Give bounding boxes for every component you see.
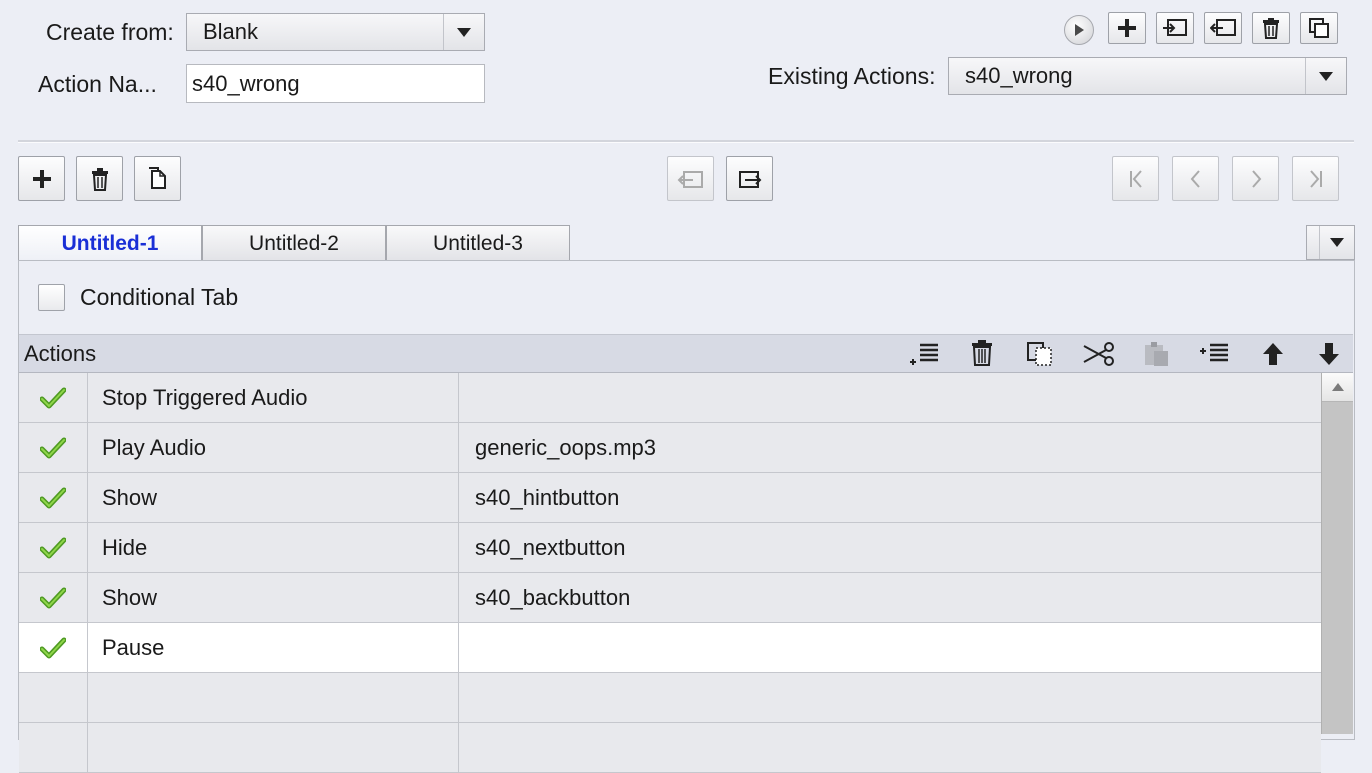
insert-action-icon[interactable]: [908, 340, 942, 373]
first-icon: [1129, 169, 1142, 188]
checkmark-icon: [40, 637, 66, 658]
enabled-cell[interactable]: [19, 473, 88, 522]
actions-scrollbar[interactable]: [1321, 373, 1353, 734]
insert-after-icon[interactable]: [1198, 340, 1232, 373]
trash-icon[interactable]: [970, 339, 994, 372]
tab-untitled-1[interactable]: Untitled-1: [18, 225, 202, 261]
tab-untitled-3[interactable]: Untitled-3: [386, 225, 570, 261]
checkmark-icon: [40, 537, 66, 558]
actions-toolbar: Actions: [19, 334, 1353, 373]
trash-icon: [91, 167, 108, 191]
scroll-up-arrow[interactable]: [1322, 373, 1353, 402]
action-name-label: Action Na...: [38, 71, 157, 97]
enabled-cell[interactable]: [19, 673, 88, 722]
trash-icon: [1263, 18, 1279, 39]
export-action-button[interactable]: [1204, 12, 1242, 44]
play-icon: [1075, 24, 1084, 36]
enabled-cell[interactable]: [19, 723, 88, 772]
add-tab-button[interactable]: [18, 156, 65, 201]
action-cell[interactable]: Pause: [87, 623, 459, 672]
action-cell[interactable]: Hide: [87, 523, 459, 572]
cut-icon[interactable]: [1082, 340, 1116, 373]
preview-play-button[interactable]: [1064, 15, 1094, 45]
actions-title: Actions: [24, 341, 97, 366]
enabled-cell[interactable]: [19, 373, 88, 422]
duplicate-tab-button[interactable]: [134, 156, 181, 201]
create-from-value: Blank: [203, 19, 259, 44]
plus-icon: [1118, 19, 1136, 37]
next-icon: [1251, 169, 1261, 188]
target-cell[interactable]: s40_hintbutton: [459, 473, 1321, 522]
new-action-button[interactable]: [1108, 12, 1146, 44]
import-action-button[interactable]: [1156, 12, 1194, 44]
target-cell[interactable]: [459, 623, 1321, 672]
checkmark-icon: [40, 387, 66, 408]
move-tab-left-button[interactable]: [667, 156, 714, 201]
conditional-tab-label: Conditional Tab: [80, 284, 239, 310]
copy-icon[interactable]: [1026, 340, 1056, 373]
delete-action-button[interactable]: [1252, 12, 1290, 44]
previous-icon: [1190, 169, 1200, 188]
delete-tab-button[interactable]: [76, 156, 123, 201]
table-row[interactable]: Hide s40_nextbutton: [19, 523, 1321, 573]
target-cell[interactable]: [459, 673, 1321, 722]
action-cell[interactable]: Stop Triggered Audio: [87, 373, 459, 422]
last-tab-button[interactable]: [1292, 156, 1339, 201]
target-cell[interactable]: [459, 723, 1321, 772]
checkmark-icon: [40, 587, 66, 608]
create-from-dropdown[interactable]: Blank: [186, 13, 485, 51]
conditional-tab-checkbox[interactable]: [38, 284, 65, 311]
tabs-menu-dropdown[interactable]: [1306, 225, 1355, 260]
table-row[interactable]: [19, 723, 1321, 773]
table-row[interactable]: Stop Triggered Audio: [19, 373, 1321, 423]
table-row[interactable]: Show s40_hintbutton: [19, 473, 1321, 523]
tab-untitled-2[interactable]: Untitled-2: [202, 225, 386, 261]
action-cell[interactable]: Play Audio: [87, 423, 459, 472]
action-cell[interactable]: [87, 673, 459, 722]
target-cell[interactable]: [459, 373, 1321, 422]
import-icon: [1163, 19, 1187, 36]
move-left-icon: [677, 170, 703, 188]
move-down-icon[interactable]: [1317, 340, 1341, 373]
chevron-down-icon: [1319, 226, 1354, 259]
target-cell[interactable]: generic_oops.mp3: [459, 423, 1321, 472]
divider: [18, 140, 1354, 143]
action-cell[interactable]: Show: [87, 473, 459, 522]
paste-icon[interactable]: [1142, 340, 1172, 373]
table-row[interactable]: Play Audio generic_oops.mp3: [19, 423, 1321, 473]
target-cell[interactable]: s40_backbutton: [459, 573, 1321, 622]
existing-actions-dropdown[interactable]: s40_wrong: [948, 57, 1347, 95]
existing-actions-value: s40_wrong: [965, 63, 1073, 88]
checkmark-icon: [40, 487, 66, 508]
action-cell[interactable]: [87, 723, 459, 772]
existing-actions-label: Existing Actions:: [768, 63, 936, 89]
first-tab-button[interactable]: [1112, 156, 1159, 201]
move-up-icon[interactable]: [1261, 340, 1285, 373]
plus-icon: [32, 169, 51, 188]
copy-icon: [148, 166, 166, 189]
previous-tab-button[interactable]: [1172, 156, 1219, 201]
checkmark-icon: [40, 437, 66, 458]
table-row[interactable]: [19, 673, 1321, 723]
create-from-label: Create from:: [46, 19, 174, 45]
table-row[interactable]: Show s40_backbutton: [19, 573, 1321, 623]
duplicate-action-button[interactable]: [1300, 12, 1338, 44]
move-right-icon: [738, 170, 761, 188]
chevron-down-icon: [443, 14, 484, 50]
chevron-down-icon: [1305, 58, 1346, 94]
next-tab-button[interactable]: [1232, 156, 1279, 201]
target-cell[interactable]: s40_nextbutton: [459, 523, 1321, 572]
export-icon: [1210, 19, 1236, 36]
action-cell[interactable]: Show: [87, 573, 459, 622]
move-tab-right-button[interactable]: [726, 156, 773, 201]
enabled-cell[interactable]: [19, 423, 88, 472]
duplicate-icon: [1309, 18, 1329, 38]
action-name-input[interactable]: s40_wrong: [186, 64, 485, 103]
table-row[interactable]: Pause: [19, 623, 1321, 673]
enabled-cell[interactable]: [19, 623, 88, 672]
last-icon: [1309, 169, 1322, 188]
enabled-cell[interactable]: [19, 573, 88, 622]
enabled-cell[interactable]: [19, 523, 88, 572]
